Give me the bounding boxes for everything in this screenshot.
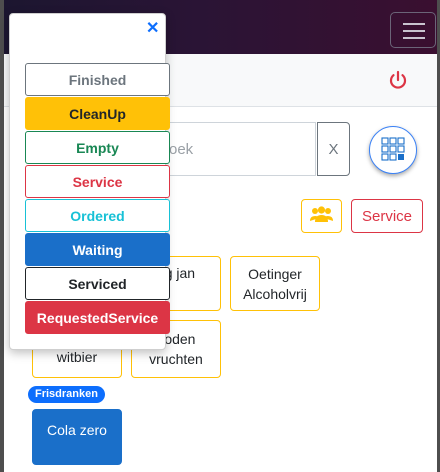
status-option-finished[interactable]: Finished <box>25 63 170 96</box>
status-option-requestedservice[interactable]: RequestedService <box>25 301 170 334</box>
status-option-empty[interactable]: Empty <box>25 131 170 164</box>
hamburger-bar <box>403 23 425 25</box>
grid-view-button[interactable] <box>369 126 417 174</box>
hamburger-bar <box>403 37 425 39</box>
search-input[interactable] <box>156 122 316 176</box>
grid-icon <box>381 137 405 161</box>
status-option-service[interactable]: Service <box>25 165 170 198</box>
close-icon[interactable]: ✕ <box>146 18 159 38</box>
product-card[interactable]: Cola zero <box>32 409 122 465</box>
clear-search-button[interactable]: X <box>317 122 350 176</box>
users-button[interactable] <box>301 199 342 233</box>
product-label: Cola zero <box>47 422 107 438</box>
status-option-ordered[interactable]: Ordered <box>25 199 170 232</box>
power-icon[interactable] <box>387 69 409 91</box>
service-button[interactable]: Service <box>351 199 423 233</box>
product-label: Oetinger Alcoholvrij <box>243 265 307 302</box>
status-option-cleanup[interactable]: CleanUp <box>25 97 170 130</box>
product-card[interactable]: Oetinger Alcoholvrij <box>230 256 320 311</box>
status-dropdown: ✕ Finished CleanUp Empty Service Ordered Wait… <box>9 13 170 350</box>
hamburger-menu-button[interactable] <box>390 12 436 48</box>
status-option-waiting[interactable]: Waiting <box>25 233 170 266</box>
product-label: witbier <box>56 349 98 365</box>
hamburger-bar <box>403 30 425 32</box>
status-option-serviced[interactable]: Serviced <box>25 267 170 300</box>
category-badge: Frisdranken <box>28 386 105 403</box>
users-icon <box>310 206 333 222</box>
